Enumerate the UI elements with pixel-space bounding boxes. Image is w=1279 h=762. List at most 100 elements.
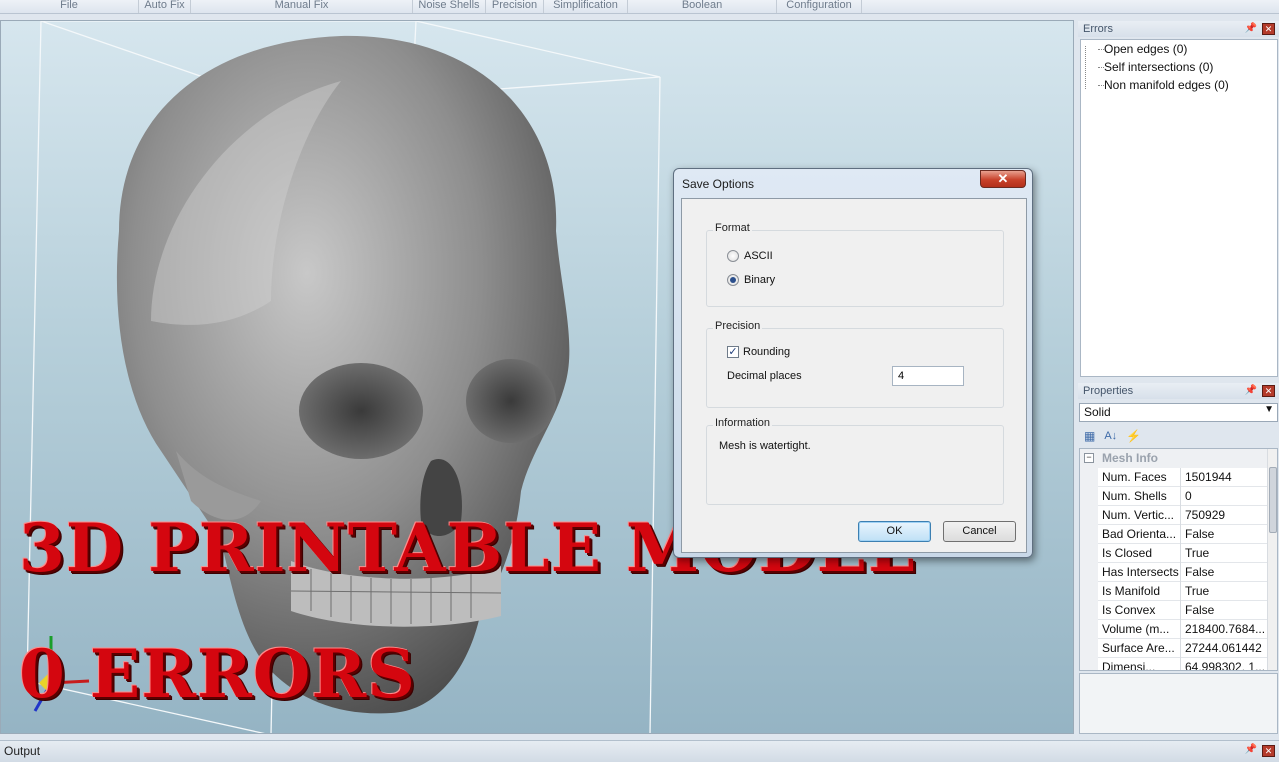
property-row[interactable]: Surface Are... 27244.061442 — [1080, 639, 1268, 658]
information-text: Mesh is watertight. — [719, 440, 811, 452]
property-name: Volume (m... — [1102, 622, 1170, 636]
tree-item-self-intersections[interactable]: Self intersections (0) — [1097, 60, 1213, 74]
properties-toolbar: ▦ A↓ ⚡ — [1079, 425, 1278, 447]
property-description-box — [1079, 673, 1278, 734]
properties-panel-title: Properties — [1083, 385, 1134, 397]
property-name: Surface Are... — [1102, 641, 1175, 655]
row-gutter — [1080, 582, 1098, 601]
scrollbar-thumb[interactable] — [1269, 467, 1277, 533]
category-mesh-info[interactable]: − Mesh Info — [1080, 449, 1268, 468]
errors-tree: Open edges (0) Self intersections (0) No… — [1080, 39, 1278, 377]
rounding-checkbox[interactable]: ✓ Rounding — [727, 346, 790, 358]
format-group: Format ASCII Binary — [706, 222, 1004, 307]
property-row[interactable]: Volume (m... 218400.7684... — [1080, 620, 1268, 639]
ribbon-group-boolean[interactable]: Boolean — [628, 0, 777, 13]
categorized-icon[interactable]: ▦ — [1084, 429, 1095, 443]
ribbon-group-auto-fix[interactable]: Auto Fix — [139, 0, 191, 13]
property-row[interactable]: Bad Orienta... False — [1080, 525, 1268, 544]
property-value[interactable]: True — [1180, 544, 1268, 563]
property-name: Bad Orienta... — [1102, 527, 1177, 541]
property-row[interactable]: Has Intersects False — [1080, 563, 1268, 582]
category-label: Mesh Info — [1102, 451, 1158, 465]
close-icon[interactable]: ✕ — [1262, 385, 1275, 397]
tree-item-open-edges[interactable]: Open edges (0) — [1097, 42, 1187, 56]
ribbon-group-noise-shells[interactable]: Noise Shells — [413, 0, 486, 13]
property-row[interactable]: Num. Vertic... 750929 — [1080, 506, 1268, 525]
property-name: Num. Faces — [1102, 470, 1167, 484]
radio-circle[interactable] — [727, 250, 739, 262]
property-value[interactable]: False — [1180, 525, 1268, 544]
property-row[interactable]: Num. Faces 1501944 — [1080, 468, 1268, 487]
dialog-title: Save Options — [682, 177, 755, 191]
row-gutter — [1080, 506, 1098, 525]
chevron-down-icon[interactable]: ▼ — [1264, 404, 1274, 415]
ascii-radio[interactable]: ASCII — [727, 250, 773, 262]
property-value[interactable]: 64.998302, 1... — [1180, 658, 1268, 670]
property-name: Num. Shells — [1102, 489, 1167, 503]
output-panel-title: Output — [4, 744, 41, 758]
row-gutter — [1080, 563, 1098, 582]
property-value[interactable]: 0 — [1180, 487, 1268, 506]
ribbon-group-manual-fix[interactable]: Manual Fix — [191, 0, 413, 13]
property-name: Is Closed — [1102, 546, 1153, 560]
ribbon-group-file[interactable]: File — [0, 0, 139, 13]
binary-radio[interactable]: Binary — [727, 274, 775, 286]
cancel-button[interactable]: Cancel — [943, 521, 1016, 542]
property-name: Is Manifold — [1102, 584, 1161, 598]
overlay-subtitle: 0 ERRORS — [19, 635, 416, 713]
properties-panel-header: Properties 📌 ✕ — [1078, 383, 1279, 399]
ribbon-group-precision[interactable]: Precision — [486, 0, 544, 13]
close-icon: ✕ — [997, 171, 1009, 186]
format-label: Format — [713, 222, 752, 234]
property-row[interactable]: Is Manifold True — [1080, 582, 1268, 601]
close-icon[interactable]: ✕ — [1262, 745, 1275, 757]
property-name: Dimensi... — [1102, 660, 1156, 671]
ribbon-group-simplification[interactable]: Simplification — [544, 0, 628, 13]
object-select-value: Solid — [1084, 405, 1111, 419]
object-select[interactable]: Solid ▼ — [1079, 403, 1278, 422]
close-button[interactable]: ✕ — [980, 170, 1026, 188]
property-value[interactable]: 218400.7684... — [1180, 620, 1268, 639]
ok-button[interactable]: OK — [858, 521, 931, 542]
save-options-dialog: Save Options ✕ Format ASCII Binary Preci… — [673, 168, 1033, 558]
property-row[interactable]: Dimensi... 64.998302, 1... — [1080, 658, 1268, 671]
ascii-label: ASCII — [744, 250, 773, 262]
property-row[interactable]: Is Convex False — [1080, 601, 1268, 620]
events-icon[interactable]: ⚡ — [1126, 429, 1141, 443]
ribbon-toolbar: File Auto Fix Manual Fix Noise Shells Pr… — [0, 0, 1279, 14]
row-gutter — [1080, 601, 1098, 620]
pin-icon[interactable]: 📌 — [1245, 383, 1257, 399]
sort-alpha-icon[interactable]: A↓ — [1104, 430, 1117, 442]
property-value[interactable]: 27244.061442 — [1180, 639, 1268, 658]
property-value[interactable]: False — [1180, 601, 1268, 620]
row-gutter — [1080, 468, 1098, 487]
property-value[interactable]: 1501944 — [1180, 468, 1268, 487]
pin-icon[interactable]: 📌 — [1245, 744, 1257, 755]
information-label: Information — [713, 417, 773, 429]
property-name: Has Intersects — [1102, 565, 1179, 579]
property-row[interactable]: Num. Shells 0 — [1080, 487, 1268, 506]
property-grid-scrollbar[interactable] — [1267, 449, 1277, 670]
radio-circle-selected[interactable] — [727, 274, 739, 286]
pin-icon[interactable]: 📌 — [1245, 21, 1257, 37]
skull-model — [116, 35, 570, 714]
collapse-icon[interactable]: − — [1084, 453, 1094, 463]
property-name: Num. Vertic... — [1102, 508, 1175, 522]
property-grid: − Mesh Info Num. Faces 1501944 Num. Shell… — [1079, 448, 1278, 671]
row-gutter — [1080, 620, 1098, 639]
property-value[interactable]: True — [1180, 582, 1268, 601]
property-value[interactable]: False — [1180, 563, 1268, 582]
property-row[interactable]: Is Closed True — [1080, 544, 1268, 563]
row-gutter — [1080, 487, 1098, 506]
decimal-places-input[interactable] — [892, 366, 964, 386]
row-gutter — [1080, 658, 1098, 670]
check-icon[interactable]: ✓ — [727, 346, 739, 358]
output-panel-header: Output 📌 ✕ — [0, 740, 1279, 762]
errors-panel-header: Errors 📌 ✕ — [1078, 21, 1279, 37]
decimal-places-label: Decimal places — [727, 370, 802, 382]
close-icon[interactable]: ✕ — [1262, 23, 1275, 35]
property-value[interactable]: 750929 — [1180, 506, 1268, 525]
ribbon-group-configuration[interactable]: Configuration — [777, 0, 862, 13]
property-name: Is Convex — [1102, 603, 1156, 617]
tree-item-non-manifold-edges[interactable]: Non manifold edges (0) — [1098, 78, 1229, 92]
